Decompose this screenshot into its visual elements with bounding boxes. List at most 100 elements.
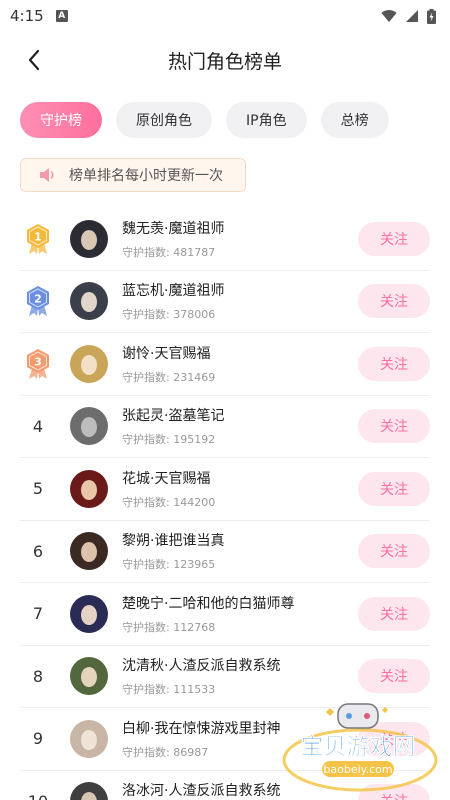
ranking-row[interactable]: 4 张起灵·盗墓笔记 守护指数: 195192 关注 [20, 396, 430, 458]
rank-number: 2 [34, 293, 42, 306]
page-title: 热门角色榜单 [167, 50, 282, 73]
follow-button[interactable]: 关注 [358, 346, 430, 381]
speaker-icon [40, 168, 54, 182]
guard-index: 守护指数: 123965 [122, 556, 358, 572]
category-tabs: 守护榜 原创角色 IP角色 总榜 [0, 102, 450, 138]
ranking-row[interactable]: 7 楚晚宁·二哈和他的白猫师尊 守护指数: 112768 关注 [20, 583, 430, 646]
guard-index-label: 守护指数: [122, 620, 174, 634]
guard-index-value: 144200 [173, 495, 216, 509]
guard-index-value: 86987 [173, 745, 209, 759]
guard-index: 守护指数: 86987 [122, 744, 358, 760]
rank-number: 5 [32, 479, 44, 499]
avatar[interactable] [70, 469, 108, 508]
follow-button[interactable]: 关注 [358, 721, 430, 756]
avatar[interactable] [70, 719, 108, 758]
ranking-row[interactable]: 6 黎朔·谁把谁当真 守护指数: 123965 关注 [20, 521, 430, 583]
avatar[interactable] [70, 594, 108, 633]
avatar[interactable] [70, 532, 108, 571]
guard-index-value: 195192 [173, 433, 216, 447]
character-info: 张起灵·盗墓笔记 守护指数: 195192 [122, 405, 358, 447]
ranking-row[interactable]: 9 白柳·我在惊悚游戏里封神 守护指数: 86987 关注 [20, 708, 430, 771]
tab-ip[interactable]: IP角色 [226, 102, 307, 138]
guard-index-value: 231469 [173, 370, 216, 384]
rank-cell: 2 [20, 285, 70, 317]
guard-index-label: 守护指数: [122, 308, 174, 322]
rank-number: 6 [32, 541, 44, 561]
ranking-row[interactable]: 2 蓝忘机·魔道祖师 守护指数: 378006 关注 [20, 271, 430, 333]
ranking-row[interactable]: 3 谢怜·天官赐福 守护指数: 231469 关注 [20, 333, 430, 396]
rank-cell: 7 [20, 604, 70, 623]
ranking-row[interactable]: 10 洛冰河·人渣反派自救系统 守护指数: 关注 [20, 771, 430, 800]
rank-number: 10 [23, 792, 53, 800]
follow-button[interactable]: 关注 [358, 534, 430, 569]
guard-index-label: 守护指数: [122, 433, 174, 447]
character-name: 魏无羡·魔道祖师 [122, 220, 225, 237]
update-notice: 榜单排名每小时更新一次 [20, 158, 246, 192]
rank-number: 4 [32, 416, 44, 436]
guard-index-label: 守护指数: [122, 245, 174, 259]
character-name: 沈清秋·人渣反派自救系统 [122, 658, 281, 675]
rank-cell: 5 [20, 479, 70, 498]
follow-button[interactable]: 关注 [358, 221, 430, 256]
character-info: 魏无羡·魔道祖师 守护指数: 481787 [122, 218, 358, 260]
ranking-row[interactable]: 5 花城·天官赐福 守护指数: 144200 关注 [20, 458, 430, 521]
rank-cell: 6 [20, 542, 70, 561]
rank-number: 1 [34, 230, 42, 243]
notice-text: 榜单排名每小时更新一次 [69, 168, 223, 184]
character-info: 白柳·我在惊悚游戏里封神 守护指数: 86987 [122, 718, 358, 760]
guard-index-label: 守护指数: [122, 495, 174, 509]
character-info: 沈清秋·人渣反派自救系统 守护指数: 111533 [122, 655, 358, 697]
rank-number: 8 [32, 666, 44, 686]
battery-icon [427, 8, 436, 24]
chevron-left-icon [28, 49, 40, 71]
avatar[interactable] [70, 282, 108, 321]
character-name: 张起灵·盗墓笔记 [122, 408, 225, 425]
tab-overall[interactable]: 总榜 [320, 102, 389, 138]
character-info: 花城·天官赐福 守护指数: 144200 [122, 468, 358, 510]
guard-index: 守护指数: 378006 [122, 306, 358, 322]
rank-cell: 10 [20, 792, 70, 800]
guard-index-label: 守护指数: [122, 558, 174, 572]
follow-button[interactable]: 关注 [358, 659, 430, 694]
avatar[interactable] [70, 782, 108, 800]
guard-index-label: 守护指数: [122, 370, 174, 384]
ranking-row[interactable]: 8 沈清秋·人渣反派自救系统 守护指数: 111533 关注 [20, 646, 430, 708]
avatar[interactable] [70, 219, 108, 258]
guard-index: 守护指数: 231469 [122, 369, 358, 385]
character-name: 洛冰河·人渣反派自救系统 [122, 783, 281, 800]
tab-guardian[interactable]: 守护榜 [20, 102, 102, 138]
rank-medal-icon: 1 [23, 223, 53, 255]
guard-index-value: 378006 [173, 308, 216, 322]
rank-cell: 8 [20, 667, 70, 686]
ranking-row[interactable]: 1 魏无羡·魔道祖师 守护指数: 481787 关注 [20, 208, 430, 271]
guard-index-label: 守护指数: [122, 683, 174, 697]
guard-index-label: 守护指数: [122, 745, 174, 759]
rank-number: 9 [32, 729, 44, 749]
signal-icon [406, 10, 418, 22]
guard-index: 守护指数: 144200 [122, 494, 358, 510]
follow-button[interactable]: 关注 [358, 784, 430, 800]
guard-index: 守护指数: 111533 [122, 681, 358, 697]
character-name: 黎朔·谁把谁当真 [122, 533, 225, 550]
page-header: 热门角色榜单 [0, 32, 450, 88]
guard-index-value: 112768 [173, 620, 216, 634]
avatar[interactable] [70, 344, 108, 383]
character-info: 洛冰河·人渣反派自救系统 守护指数: [122, 780, 358, 800]
follow-button[interactable]: 关注 [358, 596, 430, 631]
tab-original[interactable]: 原创角色 [116, 102, 212, 138]
guard-index-value: 123965 [173, 558, 216, 572]
wifi-icon [381, 10, 397, 22]
character-info: 黎朔·谁把谁当真 守护指数: 123965 [122, 530, 358, 572]
follow-button[interactable]: 关注 [358, 284, 430, 319]
status-bar: 4:15 A [0, 0, 450, 32]
follow-button[interactable]: 关注 [358, 471, 430, 506]
guard-index: 守护指数: 112768 [122, 619, 358, 635]
status-time: 4:15 [10, 7, 44, 25]
avatar[interactable] [70, 407, 108, 446]
avatar[interactable] [70, 657, 108, 696]
follow-button[interactable]: 关注 [358, 409, 430, 444]
rank-number: 7 [32, 604, 44, 624]
character-info: 楚晚宁·二哈和他的白猫师尊 守护指数: 112768 [122, 593, 358, 635]
back-button[interactable] [18, 44, 50, 76]
guard-index-value: 111533 [173, 683, 216, 697]
